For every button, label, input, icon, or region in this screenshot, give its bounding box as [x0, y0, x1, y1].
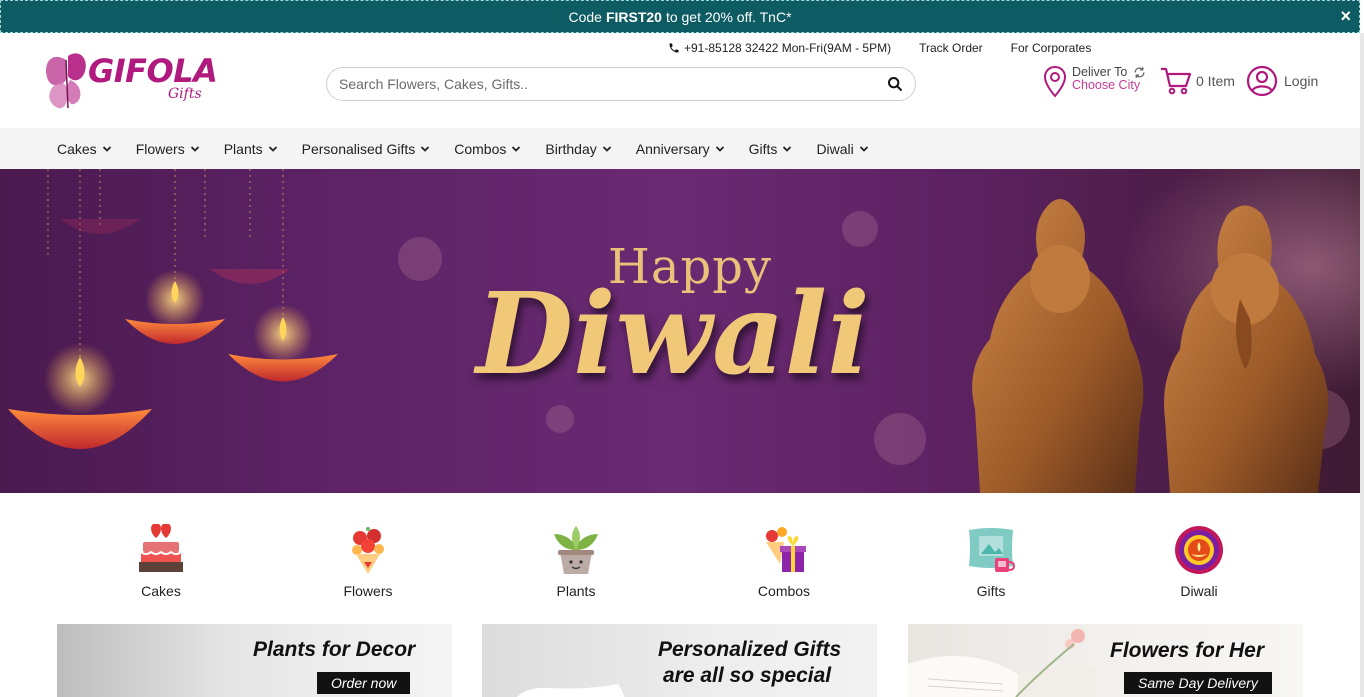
category-diwali[interactable]: Diwali [1139, 524, 1259, 599]
promo-bar: Code FIRST20 to get 20% off. TnC* × [0, 0, 1360, 33]
chevron-down-icon [512, 145, 521, 152]
book-flower-image [908, 629, 1098, 697]
promo-prefix: Code [568, 8, 602, 25]
category-label: Gifts [976, 583, 1006, 599]
nav-label: Cakes [57, 140, 97, 157]
search-bar [326, 67, 916, 101]
choose-city-link[interactable]: Choose City [1072, 79, 1146, 92]
category-cakes[interactable]: Cakes [101, 524, 221, 599]
nav-label: Combos [454, 140, 507, 157]
location-pin-icon [1044, 66, 1066, 98]
chevron-down-icon [421, 145, 430, 152]
chevron-down-icon [715, 145, 724, 152]
category-plants[interactable]: Plants [516, 524, 636, 599]
category-label: Flowers [343, 583, 393, 599]
phone-contact[interactable]: +91-85128 32422 Mon-Fri(9AM - 5PM) [668, 41, 891, 55]
cart-count: 0 Item [1196, 73, 1235, 89]
category-combos[interactable]: Combos [724, 524, 844, 599]
nav-item-diwali[interactable]: Diwali [816, 141, 868, 157]
category-row: Cakes Flowers Plants Combos Gifts Diwali [0, 524, 1360, 604]
card-flowers-for-her[interactable]: Flowers for Her Same Day Delivery [908, 624, 1303, 697]
butterfly-logo-icon [46, 53, 86, 109]
nav-label: Plants [223, 140, 263, 157]
nav-label: Birthday [545, 140, 597, 157]
site-header: GIFOLA Gifts +91-85128 32422 Mon-Fri(9AM… [0, 33, 1360, 128]
cart-icon [1161, 67, 1192, 95]
category-gifts[interactable]: Gifts [931, 524, 1051, 599]
card-title: Flowers for Her [1110, 639, 1265, 662]
logo-wordmark: GIFOLA [88, 52, 218, 90]
cart-button[interactable]: 0 Item [1160, 67, 1235, 95]
close-icon[interactable]: × [1340, 6, 1351, 27]
gift-combo-icon [766, 527, 806, 572]
chevron-down-icon [783, 145, 792, 152]
nav-item-birthday[interactable]: Birthday [545, 141, 611, 157]
category-label: Cakes [141, 583, 181, 599]
nav-item-cakes[interactable]: Cakes [57, 141, 112, 157]
category-label: Diwali [1180, 583, 1218, 599]
chevron-down-icon [190, 145, 199, 152]
category-label: Plants [556, 583, 596, 599]
cake-icon [139, 524, 183, 572]
phone-text: +91-85128 32422 Mon-Fri(9AM - 5PM) [684, 41, 892, 55]
order-now-button[interactable]: Order now [317, 672, 411, 694]
chevron-down-icon [859, 145, 868, 152]
bouquet-icon [352, 527, 384, 574]
photo-cushion-icon [969, 528, 1016, 572]
main-nav: Cakes Flowers Plants Personalised Gifts … [0, 128, 1360, 169]
promo-suffix: to get 20% off. TnC* [665, 8, 792, 25]
login-label: Login [1284, 73, 1319, 89]
rangoli-icon [1175, 526, 1223, 574]
nav-item-plants[interactable]: Plants [224, 141, 278, 157]
hero-diwali-text: Diwali [476, 269, 870, 400]
hero-banner[interactable]: Happy Diwali [0, 169, 1360, 493]
category-label: Combos [757, 583, 811, 599]
logo-subtitle: Gifts [168, 86, 202, 102]
deliver-to[interactable]: Deliver To Choose City [1044, 66, 1146, 98]
scrollbar[interactable] [1360, 33, 1364, 697]
phone-icon [669, 43, 679, 53]
track-order-link[interactable]: Track Order [919, 41, 983, 55]
logo[interactable]: GIFOLA Gifts [40, 50, 218, 120]
same-day-delivery-button[interactable]: Same Day Delivery [1124, 672, 1272, 694]
nav-item-personalised-gifts[interactable]: Personalised Gifts [302, 141, 431, 157]
for-corporates-link[interactable]: For Corporates [1011, 41, 1092, 55]
pillow-image [516, 684, 625, 697]
card-title-line2: are all so special [663, 664, 832, 687]
promo-code: FIRST20 [605, 8, 662, 25]
potted-plant-icon [554, 526, 598, 574]
login-button[interactable]: Login [1246, 65, 1318, 97]
chevron-down-icon [102, 145, 111, 152]
user-icon [1246, 65, 1278, 97]
nav-label: Anniversary [635, 140, 710, 157]
card-title-line1: Personalized Gifts [658, 638, 842, 661]
category-flowers[interactable]: Flowers [308, 524, 428, 599]
nav-item-flowers[interactable]: Flowers [136, 141, 200, 157]
card-plants-for-decor[interactable]: Plants for Decor Order now [57, 624, 452, 697]
nav-label: Gifts [748, 140, 778, 157]
nav-label: Flowers [135, 140, 185, 157]
card-personalized-gifts[interactable]: Personalized Gifts are all so special [482, 624, 877, 697]
top-links: +91-85128 32422 Mon-Fri(9AM - 5PM) Track… [668, 41, 1091, 55]
nav-item-anniversary[interactable]: Anniversary [636, 141, 725, 157]
card-title: Plants for Decor [253, 638, 416, 661]
nav-item-combos[interactable]: Combos [454, 141, 521, 157]
search-icon[interactable] [887, 76, 903, 92]
nav-label: Personalised Gifts [301, 140, 416, 157]
chevron-down-icon [268, 145, 277, 152]
search-input[interactable] [339, 76, 887, 92]
nav-label: Diwali [816, 140, 854, 157]
chevron-down-icon [602, 145, 611, 152]
nav-item-gifts[interactable]: Gifts [749, 141, 793, 157]
